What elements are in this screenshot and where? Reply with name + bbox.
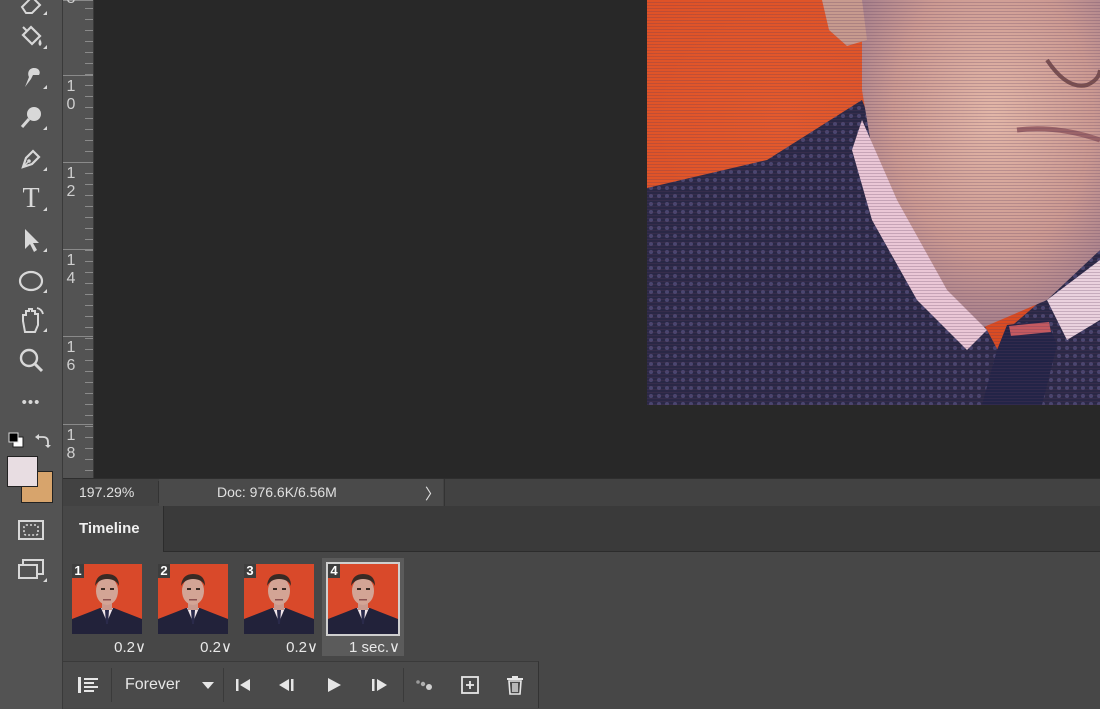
delete-frame-button[interactable] xyxy=(501,670,529,700)
tween-icon xyxy=(416,680,432,690)
animation-frame-selected[interactable]: 4 1 sec.∨ xyxy=(322,558,404,656)
frame-number: 1 xyxy=(72,564,84,578)
previous-frame-button[interactable] xyxy=(273,670,301,700)
zoom-icon xyxy=(19,348,44,373)
convert-timeline-button[interactable] xyxy=(73,670,103,700)
play-button[interactable] xyxy=(320,670,348,700)
ruler-label: 1 xyxy=(66,339,76,356)
ellipse-icon xyxy=(18,270,44,292)
loop-option-value: Forever xyxy=(125,676,181,693)
ruler-label: 8 xyxy=(66,0,76,8)
chevron-down-icon xyxy=(202,682,214,689)
convert-timeline-icon xyxy=(78,677,98,693)
timeline-header: Timeline xyxy=(63,506,1100,552)
type-icon: T xyxy=(22,183,40,214)
document-canvas[interactable] xyxy=(94,0,1100,478)
pen-tool[interactable] xyxy=(11,142,51,176)
eraser-tool[interactable] xyxy=(11,0,51,20)
default-colors-button[interactable] xyxy=(8,432,24,448)
ruler-label: 1 xyxy=(66,78,76,95)
document-image[interactable] xyxy=(647,0,1100,405)
more-tools-icon: ••• xyxy=(21,393,41,411)
ruler-label: 2 xyxy=(66,183,76,200)
screen-mode-button[interactable] xyxy=(11,553,51,587)
timeline-tab-label: Timeline xyxy=(79,520,140,537)
frame-delay[interactable]: 0.2∨ xyxy=(114,638,146,656)
tween-button[interactable] xyxy=(411,670,439,700)
timeline-body: 1 0.2∨ 2 0.2∨ 3 0.2∨ 4 1 sec.∨ Forever xyxy=(63,552,1100,709)
ruler-label: 8 xyxy=(66,445,76,462)
dodge-icon xyxy=(20,107,41,128)
default-colors-icon xyxy=(8,432,24,448)
path-selection-icon xyxy=(25,229,39,252)
previous-frame-icon xyxy=(279,679,294,691)
hand-tool[interactable] xyxy=(11,303,51,337)
new-frame-icon xyxy=(461,676,479,694)
smudge-icon xyxy=(25,68,40,87)
status-bar: 197.29% Doc: 976.6K/6.56M 〉 xyxy=(63,478,1100,506)
paint-bucket-icon xyxy=(21,25,42,46)
ruler-label: 1 xyxy=(66,427,76,444)
portrait-photo xyxy=(647,0,1100,405)
eraser-icon xyxy=(20,0,42,14)
ruler-label: 6 xyxy=(66,357,76,374)
type-tool[interactable]: T xyxy=(11,182,51,216)
ruler-label: 1 xyxy=(66,165,76,182)
animation-frame[interactable]: 1 0.2∨ xyxy=(68,558,152,656)
hand-icon xyxy=(22,307,44,333)
next-frame-button[interactable] xyxy=(365,670,393,700)
status-bar-filler xyxy=(444,479,1100,506)
timeline-controls: Forever xyxy=(63,661,539,708)
smudge-tool[interactable] xyxy=(11,60,51,94)
ruler-label: 1 xyxy=(66,252,76,269)
dodge-tool[interactable] xyxy=(11,101,51,135)
status-menu-arrow[interactable]: 〉 xyxy=(425,483,440,504)
timeline-panel: Timeline 1 0.2∨ 2 0.2∨ 3 0.2∨ 4 1 sec.∨ xyxy=(63,506,1100,709)
swap-colors-button[interactable] xyxy=(34,431,52,449)
foreground-color-swatch[interactable] xyxy=(7,456,38,487)
new-frame-button[interactable] xyxy=(456,670,484,700)
frame-number: 2 xyxy=(158,564,170,578)
trash-icon xyxy=(507,676,523,695)
animation-frame[interactable]: 2 0.2∨ xyxy=(154,558,238,656)
vertical-ruler: 8 1 0 1 2 1 4 1 6 1 8 xyxy=(63,0,94,478)
frame-number: 3 xyxy=(244,564,256,578)
quick-mask-icon xyxy=(18,520,44,540)
ruler-label: 0 xyxy=(66,96,76,113)
animation-frame[interactable]: 3 0.2∨ xyxy=(240,558,324,656)
ellipse-tool[interactable] xyxy=(11,264,51,298)
doc-size-info: Doc: 976.6K/6.56M xyxy=(217,484,337,500)
tools-panel: T ••• xyxy=(0,0,63,709)
more-tools-button[interactable]: ••• xyxy=(11,385,51,419)
screen-mode-icon xyxy=(18,559,44,579)
frame-number: 4 xyxy=(328,564,340,578)
play-icon xyxy=(328,678,341,692)
zoom-level[interactable]: 197.29% xyxy=(79,484,134,500)
swap-arrow-icon xyxy=(35,434,51,448)
paint-bucket-tool[interactable] xyxy=(11,20,51,54)
first-frame-icon xyxy=(236,679,250,691)
zoom-tool[interactable] xyxy=(11,344,51,378)
frame-delay[interactable]: 1 sec.∨ xyxy=(349,638,400,656)
quick-mask-button[interactable] xyxy=(11,513,51,547)
frame-delay[interactable]: 0.2∨ xyxy=(200,638,232,656)
ruler-label: 4 xyxy=(66,270,76,287)
timeline-tab[interactable]: Timeline xyxy=(63,506,164,552)
next-frame-icon xyxy=(372,679,387,691)
pen-icon xyxy=(21,149,41,169)
first-frame-button[interactable] xyxy=(229,670,257,700)
frame-delay[interactable]: 0.2∨ xyxy=(286,638,318,656)
path-selection-tool[interactable] xyxy=(11,223,51,257)
